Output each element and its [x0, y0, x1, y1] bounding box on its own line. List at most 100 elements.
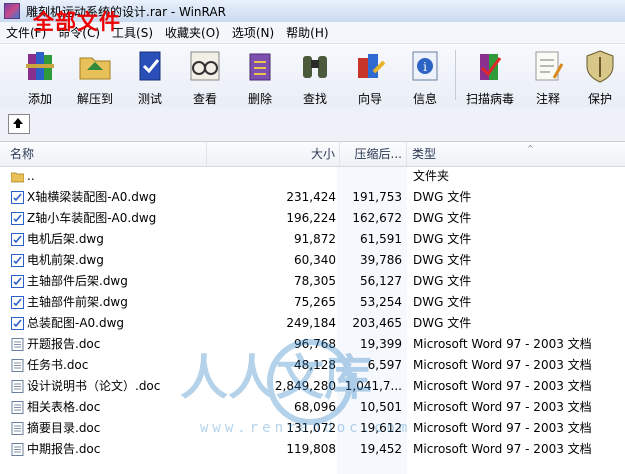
file-name-cell: 设计说明书（论文）.doc	[27, 379, 161, 393]
file-name-cell: Z轴小车装配图-A0.dwg	[27, 211, 157, 225]
file-name-cell: 总装配图-A0.dwg	[27, 316, 125, 330]
find-binoculars-icon	[303, 56, 327, 78]
file-packed-cell: 162,672	[352, 211, 402, 225]
table-row[interactable]: 总装配图-A0.dwg 249,184 203,465 DWG 文件	[0, 313, 625, 334]
add-button[interactable]: 添加	[12, 46, 68, 106]
up-one-level-button[interactable]	[8, 114, 30, 134]
table-row[interactable]: X轴横梁装配图-A0.dwg 231,424 191,753 DWG 文件	[0, 187, 625, 208]
file-type-cell: DWG 文件	[413, 316, 472, 330]
table-row[interactable]: .. 文件夹	[0, 166, 625, 187]
file-size-cell: 2,849,280	[274, 379, 336, 393]
file-name-cell: 主轴部件前架.dwg	[27, 295, 128, 309]
file-size-cell: 196,224	[286, 211, 336, 225]
test-label: 测试	[137, 92, 162, 106]
word-doc-icon	[11, 359, 24, 372]
table-row[interactable]: Z轴小车装配图-A0.dwg 196,224 162,672 DWG 文件	[0, 208, 625, 229]
view-label: 查看	[192, 92, 217, 106]
file-name-cell: 主轴部件后架.dwg	[27, 274, 128, 288]
test-button[interactable]: 测试	[122, 46, 178, 106]
file-size-cell: 60,340	[294, 253, 336, 267]
file-packed-cell: 53,254	[360, 295, 402, 309]
wizard-button[interactable]: 向导	[342, 46, 398, 106]
dwg-file-icon	[11, 317, 24, 330]
view-button[interactable]: 查看	[177, 46, 233, 106]
table-row[interactable]: 任务书.doc 48,128 6,597 Microsoft Word 97 - 20…	[0, 355, 625, 376]
file-type-cell: DWG 文件	[413, 295, 472, 309]
dwg-file-icon	[11, 191, 24, 204]
add-books-icon	[26, 52, 54, 80]
up-arrow-icon	[13, 118, 23, 128]
overlay-caption: 全部文件	[33, 9, 121, 34]
file-size-cell: 78,305	[294, 274, 336, 288]
file-packed-cell: 61,591	[360, 232, 402, 246]
table-row[interactable]: 主轴部件前架.dwg 75,265 53,254 DWG 文件	[0, 292, 625, 313]
file-type-cell: Microsoft Word 97 - 2003 文档	[413, 421, 592, 435]
column-size-header[interactable]: 大小	[207, 142, 340, 166]
delete-button[interactable]: 删除	[232, 46, 288, 106]
add-label: 添加	[27, 92, 52, 106]
dwg-file-icon	[11, 254, 24, 267]
file-type-cell: Microsoft Word 97 - 2003 文档	[413, 379, 592, 393]
file-name-cell: 中期报告.doc	[27, 442, 101, 456]
file-packed-cell: 191,753	[352, 190, 402, 204]
file-size-cell: 119,808	[286, 442, 336, 456]
file-packed-cell: 19,452	[360, 442, 402, 456]
comment-label: 注释	[535, 92, 560, 106]
word-doc-icon	[11, 338, 24, 351]
file-packed-cell: 6,597	[367, 358, 402, 372]
virus-scan-button[interactable]: 扫描病毒	[460, 46, 520, 106]
file-size-cell: 96,768	[294, 337, 336, 351]
table-row[interactable]: 电机前架.dwg 60,340 39,786 DWG 文件	[0, 250, 625, 271]
word-doc-icon	[11, 443, 24, 456]
file-packed-cell: 56,127	[360, 274, 402, 288]
protect-button[interactable]: 保护	[575, 46, 625, 106]
column-type-header[interactable]: 类型	[407, 142, 625, 166]
file-name-cell: 电机后架.dwg	[27, 232, 104, 246]
view-glasses-icon	[190, 51, 220, 81]
file-size-cell: 68,096	[294, 400, 336, 414]
file-packed-cell: 1,041,7...	[344, 379, 402, 393]
table-row[interactable]: 电机后架.dwg 91,872 61,591 DWG 文件	[0, 229, 625, 250]
word-doc-icon	[11, 422, 24, 435]
extract-to-button[interactable]: 解压到	[67, 46, 123, 106]
find-button[interactable]: 查找	[287, 46, 343, 106]
info-button[interactable]: i 信息	[397, 46, 453, 106]
dwg-file-icon	[11, 296, 24, 309]
file-packed-cell: 19,612	[360, 421, 402, 435]
table-row[interactable]: 主轴部件后架.dwg 78,305 56,127 DWG 文件	[0, 271, 625, 292]
file-type-cell: DWG 文件	[413, 190, 472, 204]
word-doc-icon	[11, 401, 24, 414]
toolbar-separator	[455, 50, 456, 100]
delete-recycle-icon	[249, 53, 271, 81]
table-row[interactable]: 摘要目录.doc 131,072 19,612 Microsoft Word 97 -…	[0, 418, 625, 439]
file-type-cell: Microsoft Word 97 - 2003 文档	[413, 400, 592, 414]
file-size-cell: 91,872	[294, 232, 336, 246]
file-list: 名称 大小 压缩后... 类型 ^ .. 文件夹 X轴横梁装配图-A0.dwg 231…	[0, 142, 625, 474]
table-row[interactable]: 中期报告.doc 119,808 19,452 Microsoft Word 97 -…	[0, 439, 625, 460]
table-row[interactable]: 相关表格.doc 68,096 10,501 Microsoft Word 97 - …	[0, 397, 625, 418]
file-type-cell: Microsoft Word 97 - 2003 文档	[413, 358, 592, 372]
file-packed-cell: 10,501	[360, 400, 402, 414]
extract-to-label: 解压到	[76, 92, 113, 106]
folder-icon	[11, 172, 24, 183]
table-row[interactable]: 设计说明书（论文）.doc 2,849,280 1,041,7... Microsof…	[0, 376, 625, 397]
file-type-cell: DWG 文件	[413, 253, 472, 267]
dwg-file-icon	[11, 212, 24, 225]
file-size-cell: 48,128	[294, 358, 336, 372]
file-packed-cell	[340, 166, 402, 187]
file-size-cell: 231,424	[286, 190, 336, 204]
file-type-cell: DWG 文件	[413, 211, 472, 225]
table-row[interactable]: 开题报告.doc 96,768 19,399 Microsoft Word 97 - …	[0, 334, 625, 355]
column-name-header[interactable]: 名称	[0, 142, 207, 166]
menu-favorites[interactable]: 收藏夹(O)	[159, 24, 226, 41]
info-icon: i	[412, 51, 438, 81]
file-type-cell: Microsoft Word 97 - 2003 文档	[413, 442, 592, 456]
file-name-cell: 相关表格.doc	[27, 400, 101, 414]
comment-button[interactable]: 注释	[520, 46, 576, 106]
virus-scan-label: 扫描病毒	[465, 92, 514, 106]
file-name-cell: X轴横梁装配图-A0.dwg	[27, 190, 157, 204]
menu-help[interactable]: 帮助(H)	[280, 24, 334, 41]
menu-options[interactable]: 选项(N)	[226, 24, 280, 41]
column-packed-header[interactable]: 压缩后...	[340, 142, 407, 166]
file-size-cell	[210, 166, 336, 187]
